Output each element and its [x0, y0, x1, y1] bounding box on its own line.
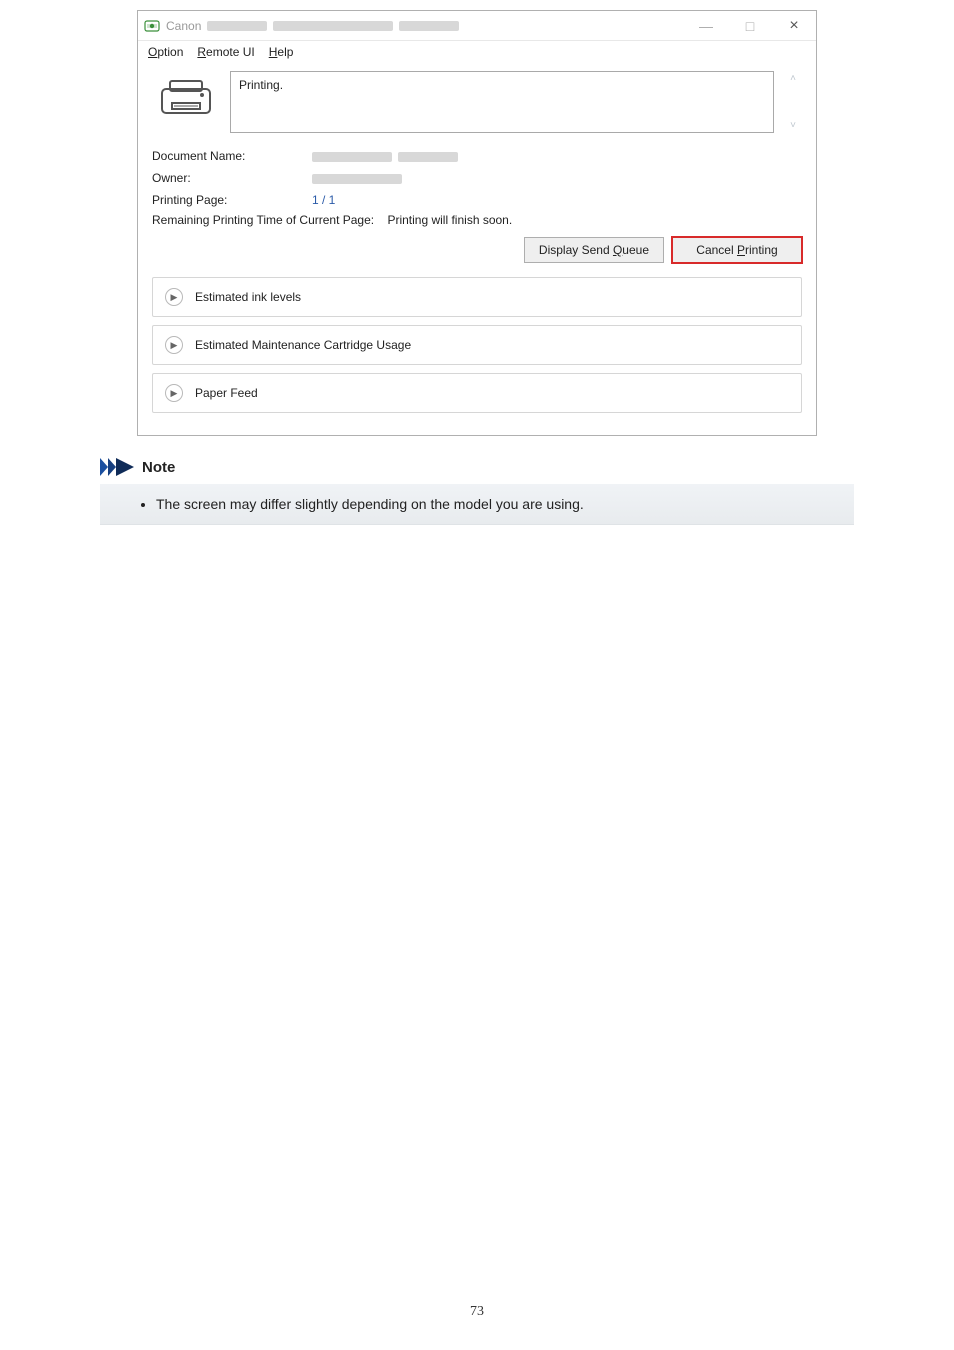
menu-option[interactable]: Option [148, 45, 183, 59]
scroll-down-icon[interactable]: ˅ [790, 120, 796, 131]
expand-arrow-icon: ▶ [165, 384, 183, 402]
printing-page-value: 1 / 1 [312, 193, 802, 207]
printing-page-label: Printing Page: [152, 193, 312, 207]
menu-help[interactable]: Help [269, 45, 294, 59]
expander-maintenance-cartridge-label: Estimated Maintenance Cartridge Usage [195, 338, 411, 352]
expander-ink-levels-label: Estimated ink levels [195, 290, 301, 304]
expander-ink-levels[interactable]: ▶ Estimated ink levels [152, 277, 802, 317]
titlebar[interactable]: Canon — □ × [138, 11, 816, 41]
expander-maintenance-cartridge[interactable]: ▶ Estimated Maintenance Cartridge Usage [152, 325, 802, 365]
menubar: Option Remote UI Help [138, 41, 816, 63]
owner-value [312, 171, 802, 185]
expander-paper-feed[interactable]: ▶ Paper Feed [152, 373, 802, 413]
remaining-time-label: Remaining Printing Time of Current Page: [152, 213, 374, 227]
page-number: 73 [0, 1304, 954, 1320]
expand-arrow-icon: ▶ [165, 288, 183, 306]
status-monitor-window: Canon — □ × Option Remote UI Help [137, 10, 817, 436]
title-blur-1 [207, 21, 267, 31]
remaining-time-value: Printing will finish soon. [387, 213, 512, 227]
status-message-box: Printing. [230, 71, 774, 133]
note-item: The screen may differ slightly depending… [156, 496, 832, 512]
expand-arrow-icon: ▶ [165, 336, 183, 354]
status-message: Printing. [239, 78, 283, 92]
document-name-value [312, 149, 802, 163]
title-blur-2 [273, 21, 393, 31]
printer-icon [152, 71, 220, 127]
maximize-button[interactable]: □ [728, 12, 772, 40]
status-scrollbar[interactable]: ˄ ˅ [784, 71, 802, 133]
title-blur-3 [399, 21, 459, 31]
note-arrow-icon [100, 458, 134, 476]
menu-remote-ui[interactable]: Remote UI [197, 45, 254, 59]
note-body: The screen may differ slightly depending… [100, 484, 854, 525]
expander-paper-feed-label: Paper Feed [195, 386, 258, 400]
close-button[interactable]: × [772, 12, 816, 40]
canon-app-icon [144, 18, 160, 34]
minimize-button[interactable]: — [684, 12, 728, 40]
cancel-printing-button[interactable]: Cancel Printing [672, 237, 802, 263]
window-title: Canon [166, 19, 201, 33]
display-send-queue-button[interactable]: Display Send Queue [524, 237, 664, 263]
note-heading: Note [142, 459, 175, 476]
owner-label: Owner: [152, 171, 312, 185]
document-name-label: Document Name: [152, 149, 312, 163]
scroll-up-icon[interactable]: ˄ [790, 73, 796, 84]
